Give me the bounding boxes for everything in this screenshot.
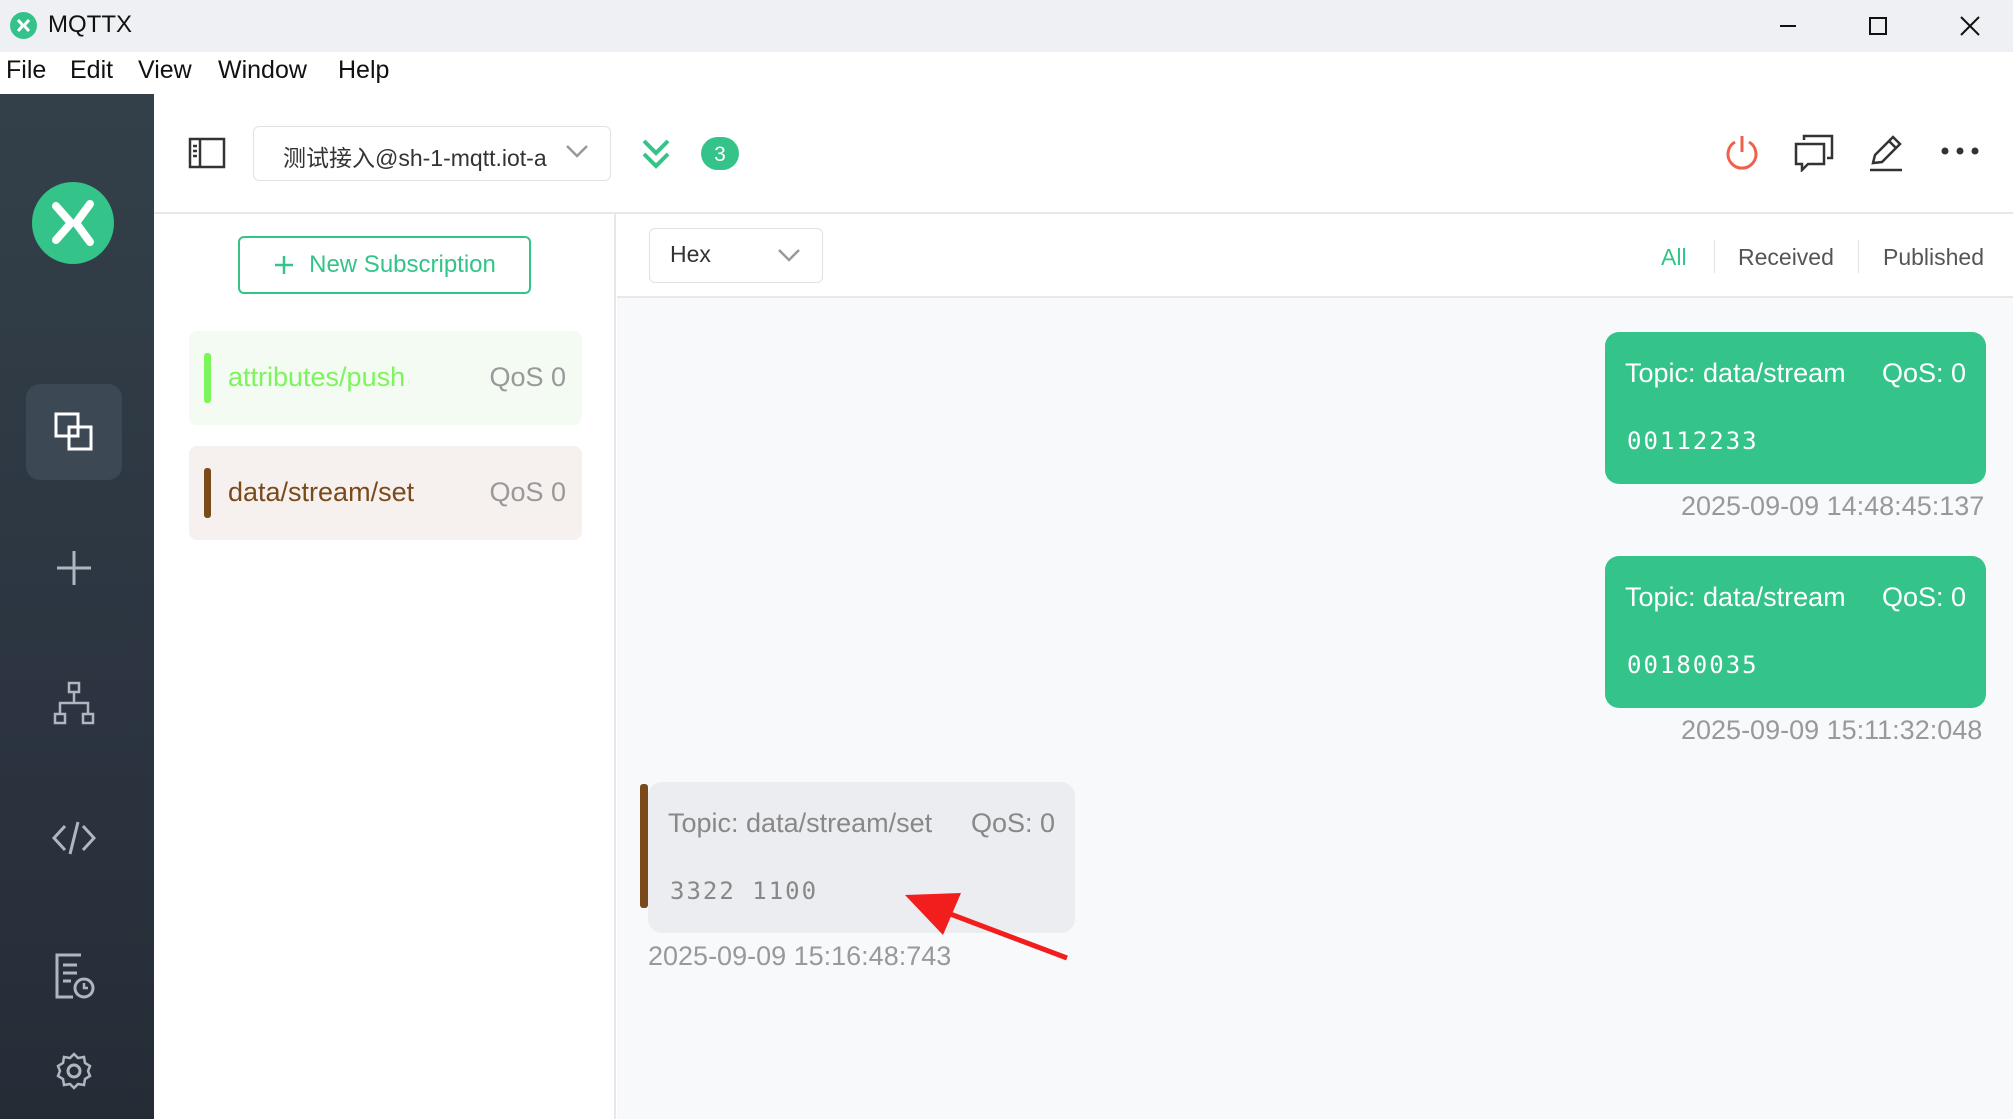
payload-format-value: Hex bbox=[670, 241, 711, 267]
new-window-button[interactable] bbox=[1794, 134, 1834, 172]
message-timestamp: 2025-09-09 15:11:32:048 bbox=[1681, 715, 1983, 745]
message-qos: QoS: 0 bbox=[1881, 358, 1966, 388]
new-subscription-button[interactable]: New Subscription bbox=[238, 236, 531, 294]
maximize-button[interactable] bbox=[1832, 0, 1924, 52]
window-title: MQTTX bbox=[48, 11, 132, 38]
connections-nav-button[interactable] bbox=[26, 384, 122, 480]
app-logo-icon bbox=[10, 12, 37, 39]
more-dots-icon bbox=[1941, 147, 1979, 155]
filter-divider bbox=[1858, 240, 1859, 273]
plus-icon bbox=[57, 551, 91, 585]
topology-nav-button[interactable] bbox=[26, 655, 122, 751]
subscription-item-attributes-push[interactable]: attributes/push QoS 0 bbox=[189, 331, 582, 425]
message-payload: 00112233 bbox=[1627, 427, 1759, 455]
network-icon bbox=[53, 681, 95, 725]
double-chevron-down-icon bbox=[642, 139, 670, 169]
subscription-topic: attributes/push bbox=[228, 362, 406, 392]
message-qos: QoS: 0 bbox=[970, 808, 1055, 838]
subscription-color-bar bbox=[204, 468, 211, 518]
gear-icon bbox=[56, 1052, 92, 1090]
title-bar bbox=[0, 0, 2013, 52]
new-subscription-label: New Subscription bbox=[309, 251, 496, 278]
published-message[interactable]: Topic: data/stream QoS: 0 00112233 bbox=[1605, 332, 1986, 484]
subscription-qos: QoS 0 bbox=[489, 362, 566, 392]
message-timestamp: 2025-09-09 14:48:45:137 bbox=[1681, 491, 1985, 521]
pencil-icon bbox=[1870, 135, 1902, 172]
menu-window[interactable]: Window bbox=[218, 56, 307, 85]
close-window-button[interactable] bbox=[1924, 0, 2013, 52]
minimize-button[interactable] bbox=[1742, 0, 1834, 52]
menu-edit[interactable]: Edit bbox=[70, 56, 113, 85]
subscription-item-data-stream-set[interactable]: data/stream/set QoS 0 bbox=[189, 446, 582, 540]
filter-tab-published[interactable]: Published bbox=[1883, 244, 1984, 271]
power-icon bbox=[1726, 136, 1758, 170]
published-message[interactable]: Topic: data/stream QoS: 0 00180035 bbox=[1605, 556, 1986, 708]
plus-icon bbox=[275, 256, 294, 274]
filter-tab-received[interactable]: Received bbox=[1738, 244, 1834, 271]
script-nav-button[interactable] bbox=[26, 790, 122, 886]
mqttx-logo-icon bbox=[32, 182, 114, 264]
log-nav-button[interactable] bbox=[26, 928, 122, 1024]
message-topic: Topic: data/stream bbox=[1625, 358, 1846, 388]
message-payload: 3322 1100 bbox=[670, 877, 819, 905]
menu-file[interactable]: File bbox=[6, 56, 46, 85]
more-options-button[interactable] bbox=[1940, 146, 1980, 156]
sidebar-icon bbox=[188, 137, 226, 169]
message-topic: Topic: data/stream/set bbox=[668, 808, 933, 838]
subscription-topic: data/stream/set bbox=[228, 477, 415, 507]
connections-icon bbox=[54, 412, 93, 451]
collapse-subscriptions-button[interactable] bbox=[641, 137, 671, 171]
subscription-count-badge: 3 bbox=[701, 137, 739, 170]
message-payload: 00180035 bbox=[1627, 651, 1759, 679]
message-topic: Topic: data/stream bbox=[1625, 582, 1846, 612]
subscription-color-bar bbox=[204, 353, 211, 403]
log-history-icon bbox=[55, 953, 95, 999]
edit-connection-button[interactable] bbox=[1867, 133, 1905, 173]
connection-name: 测试接入@sh-1-mqtt.iot-a bbox=[283, 145, 547, 171]
message-qos: QoS: 0 bbox=[1881, 582, 1966, 612]
menu-help[interactable]: Help bbox=[338, 56, 389, 85]
new-connection-nav-button[interactable] bbox=[26, 520, 122, 616]
toggle-sidebar-button[interactable] bbox=[188, 137, 226, 169]
filter-divider bbox=[1714, 240, 1715, 273]
chevron-down-icon bbox=[777, 247, 801, 263]
chevron-down-icon bbox=[565, 143, 589, 159]
settings-nav-button[interactable] bbox=[26, 1023, 122, 1119]
code-icon bbox=[51, 821, 97, 855]
menu-view[interactable]: View bbox=[138, 56, 192, 85]
subscription-qos: QoS 0 bbox=[489, 477, 566, 507]
received-message-color-bar bbox=[640, 784, 648, 908]
chat-windows-icon bbox=[1794, 134, 1834, 172]
filter-tab-all[interactable]: All bbox=[1661, 244, 1687, 271]
disconnect-button[interactable] bbox=[1722, 133, 1762, 173]
annotation-arrow bbox=[895, 878, 1075, 968]
